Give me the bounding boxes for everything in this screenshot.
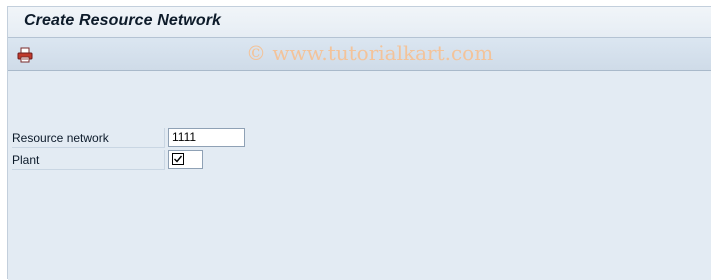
sap-window: Create Resource Network © www.tutorialka… — [7, 6, 711, 280]
title-bar: Create Resource Network — [8, 7, 711, 37]
plant-label: Plant — [12, 150, 165, 170]
application-toolbar: © www.tutorialkart.com — [8, 37, 711, 71]
watermark: © www.tutorialkart.com — [246, 41, 494, 65]
form-area: Resource network 1111 Plant — [8, 71, 711, 280]
plant-input[interactable] — [168, 150, 203, 169]
print-button[interactable] — [16, 46, 34, 64]
required-entry-check-icon — [172, 153, 184, 165]
printer-icon — [17, 47, 33, 63]
resource-network-label: Resource network — [12, 128, 165, 148]
page-title: Create Resource Network — [24, 12, 222, 29]
resource-network-input[interactable]: 1111 — [168, 128, 245, 147]
